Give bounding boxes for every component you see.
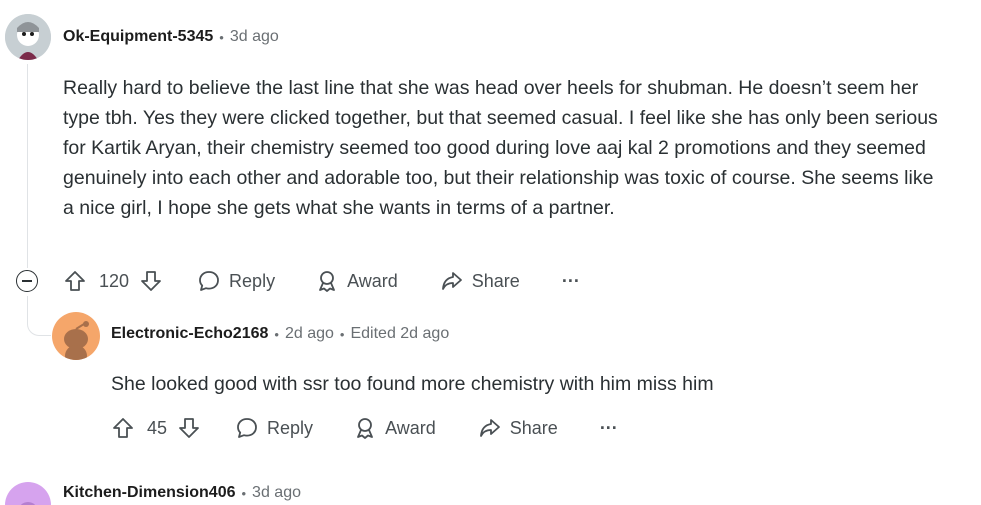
author-name[interactable]: Ok-Equipment-5345	[63, 28, 213, 46]
vote-count: 45	[147, 417, 168, 438]
upvote-icon	[113, 418, 133, 438]
comment-actions: 45 Reply Award Share ···	[111, 412, 618, 444]
share-icon	[479, 419, 500, 437]
separator: •	[274, 326, 279, 342]
reply-icon	[237, 418, 257, 438]
author-name[interactable]: Electronic-Echo2168	[111, 325, 268, 343]
thread-line	[27, 64, 28, 268]
share-label: Share	[471, 270, 520, 291]
separator: •	[339, 326, 345, 342]
reply-button[interactable]: Reply	[197, 269, 275, 293]
avatar[interactable]	[52, 312, 100, 360]
more-options-icon: ···	[561, 270, 580, 291]
upvote-button[interactable]	[63, 269, 87, 293]
upvote-button[interactable]	[111, 416, 135, 440]
avatar[interactable]	[5, 14, 51, 60]
award-icon	[357, 418, 373, 439]
award-label: Award	[347, 270, 398, 291]
downvote-button[interactable]	[139, 269, 163, 293]
author-name[interactable]: Kitchen-Dimension406	[63, 484, 235, 502]
edited-label: Edited 2d ago	[350, 325, 450, 342]
award-button[interactable]: Award	[315, 269, 398, 293]
vote-count: 120	[99, 270, 130, 291]
downvote-icon	[179, 418, 199, 438]
timestamp[interactable]: 3d ago	[230, 28, 279, 46]
reply-label: Reply	[267, 417, 314, 438]
downvote-button[interactable]	[177, 416, 201, 440]
comment-actions: 120 Reply Award Share ···	[63, 265, 580, 297]
upvote-icon	[65, 271, 85, 291]
more-options-icon: ···	[599, 417, 618, 438]
award-label: Award	[385, 417, 436, 438]
timestamp[interactable]: 3d ago	[252, 484, 301, 502]
separator: •	[241, 485, 247, 501]
share-button[interactable]: Share	[440, 269, 520, 293]
reply-button[interactable]: Reply	[235, 416, 313, 440]
separator: •	[219, 29, 224, 45]
more-options-button[interactable]: ···	[600, 418, 618, 439]
comment-meta: Kitchen-Dimension406 • 3d ago	[63, 484, 301, 502]
comment-body: She looked good with ssr too found more …	[111, 373, 714, 395]
share-label: Share	[509, 417, 558, 438]
downvote-icon	[141, 271, 161, 291]
reply-label: Reply	[229, 270, 276, 291]
avatar[interactable]	[5, 482, 51, 505]
timestamp[interactable]: 2d ago	[285, 325, 334, 343]
snoo-avatar-icon	[52, 312, 100, 360]
comment-meta: Ok-Equipment-5345 • 3d ago	[63, 28, 279, 46]
collapse-thread-button[interactable]	[16, 270, 38, 292]
award-icon	[319, 271, 335, 292]
share-icon	[441, 272, 462, 290]
thread-curve	[27, 296, 51, 336]
comment-meta: Electronic-Echo2168 • 2d ago • Edited 2d…	[111, 325, 449, 343]
award-button[interactable]: Award	[353, 416, 436, 440]
snoo-avatar-icon	[5, 482, 51, 505]
user-avatar-icon	[5, 14, 51, 60]
share-button[interactable]: Share	[478, 416, 558, 440]
comment-body: Really hard to believe the last line tha…	[63, 77, 938, 219]
more-options-button[interactable]: ···	[562, 271, 580, 292]
reply-icon	[199, 271, 219, 291]
